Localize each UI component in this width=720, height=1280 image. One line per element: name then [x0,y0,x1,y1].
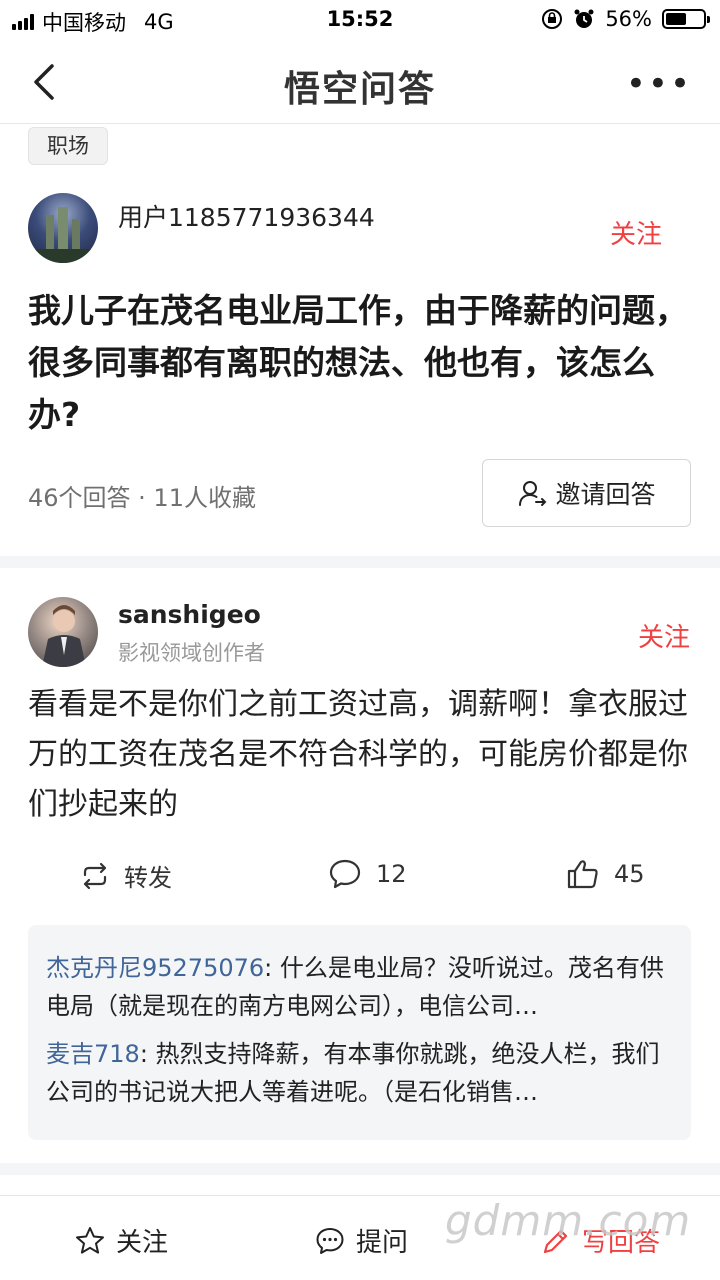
asker-name[interactable]: 用户1185771936344 [118,198,375,234]
app-title: 悟空问答 [283,69,436,110]
invite-answer-label: 邀请回答 [555,480,656,509]
answerer-avatar[interactable] [28,597,98,667]
repost-icon [83,862,107,889]
invite-user-icon [519,481,547,506]
comment-button[interactable]: 12 [328,858,407,890]
comment-author[interactable]: 杰克丹尼95275076 [46,954,264,982]
comment-count: 12 [376,860,407,888]
section-divider [0,556,720,568]
like-button[interactable]: 45 [566,858,645,890]
alarm-icon [574,9,594,28]
status-bar: 中国移动 4G 15:52 56% [0,0,720,40]
nav-bar: 悟空问答 ••• [0,40,720,124]
follow-question-label: 关注 [116,1228,169,1258]
comment-item[interactable]: 麦吉718: 热烈支持降薪，有本事你就跳，绝没人栏，我们公司的书记说大把人等着进… [46,1035,673,1111]
follow-asker-button[interactable]: 关注 [610,214,662,251]
comment-preview-box[interactable]: 杰克丹尼95275076: 什么是电业局？没听说过。茂名有供电局（就是现在的南方… [28,925,691,1140]
answerer-role: 影视领域创作者 [118,641,265,665]
invite-answer-button[interactable]: 邀请回答 [482,459,691,527]
asker-avatar[interactable] [28,193,98,263]
repost-button[interactable]: 转发 [80,858,172,893]
star-icon [76,1226,104,1254]
follow-question-tab[interactable]: 关注 [74,1222,168,1259]
like-count: 45 [614,860,645,888]
comment-icon [329,859,361,889]
section-divider [0,1163,720,1175]
battery-percent: 56% [605,7,652,31]
thumbs-up-icon [567,860,598,889]
watermark: gdmm.com [445,1196,692,1245]
status-right: 56% [541,7,710,31]
question-meta: 46个回答 · 11人收藏 [28,484,256,512]
answer-text[interactable]: 看看是不是你们之前工资过高，调薪啊！拿衣服过万的工资在茂名是不符合科学的，可能房… [28,680,698,830]
comment-author[interactable]: 麦吉718 [46,1040,140,1068]
ask-label: 提问 [356,1228,409,1258]
answer-actions: 转发 12 45 [0,858,720,908]
question-text: 我儿子在茂名电业局工作，由于降薪的问题，很多同事都有离职的想法、他也有，该怎么办… [28,291,688,434]
avatar-image [42,605,86,667]
answerer-name[interactable]: sanshigeo [118,600,261,629]
battery-icon [662,9,710,29]
follow-answerer-button[interactable]: 关注 [638,617,690,654]
question-tag[interactable]: 职场 [28,127,108,165]
ask-icon [316,1227,344,1254]
repost-label: 转发 [124,864,172,892]
more-options-icon[interactable]: ••• [626,64,692,104]
avatar-image [28,207,98,263]
comment-item[interactable]: 杰克丹尼95275076: 什么是电业局？没听说过。茂名有供电局（就是现在的南方… [46,949,673,1025]
ask-tab[interactable]: 提问 [314,1222,408,1259]
orientation-lock-icon [542,9,563,29]
